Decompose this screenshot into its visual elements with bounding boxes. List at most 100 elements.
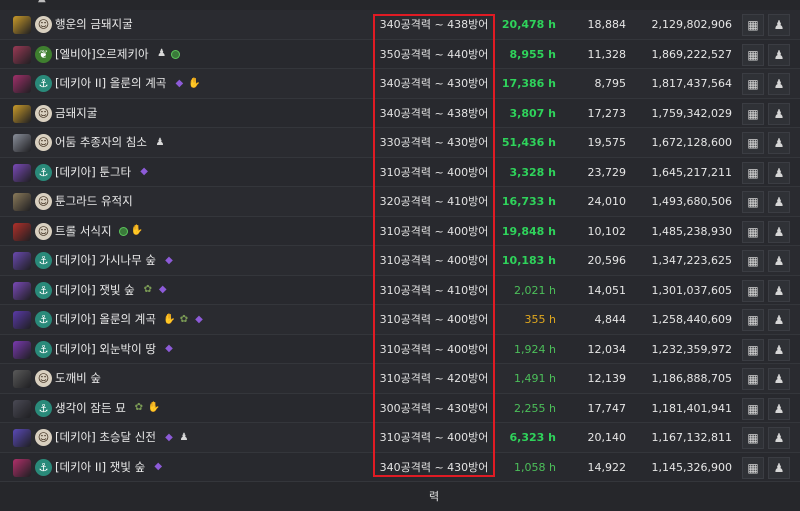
- zone-tags: ♟: [153, 40, 180, 69]
- zone-name-text: [데키아] 초승달 신전: [55, 430, 156, 444]
- table-row[interactable]: ⚓생각이 잠든 묘✿✋300공격력 ~ 430방어력2,255 h17,7471…: [0, 393, 800, 444]
- table-row[interactable]: ☺도깨비 숲 310공격력 ~ 420방어력 1,491 h 12,139 1,186,…: [0, 364, 800, 414]
- table-row[interactable]: ⚓[데키아] 가시나무 숲 ◆ 310공격력 ~ 400방어력 10,183 h 20,…: [0, 246, 800, 296]
- zone-name-text: 생각이 잠든 묘: [55, 400, 126, 415]
- calendar-button[interactable]: ▦: [742, 338, 764, 361]
- zone-name[interactable]: [데키아] 초승달 신전 ◆ ♟: [55, 423, 190, 452]
- stat-range: 310공격력 ~ 400방어력: [379, 431, 489, 473]
- zone-name[interactable]: [데키아 II] 올룬의 계곡 ◆ ✋: [55, 69, 201, 98]
- record-count: 24,010: [587, 195, 627, 208]
- calendar-button[interactable]: ▦: [742, 132, 764, 154]
- gem-tag-icon: ◆: [165, 254, 173, 266]
- zone-name[interactable]: 행운의 금돼지굴: [55, 10, 133, 39]
- zone-thumbnail-icon: [13, 75, 31, 93]
- gem-tag-icon: ◆: [165, 431, 173, 443]
- total-silver: 1,258,440,609: [651, 313, 732, 326]
- pawn-button[interactable]: ♟: [768, 14, 790, 36]
- pawn-button[interactable]: ♟: [768, 368, 790, 390]
- pawn-button[interactable]: ♟: [768, 161, 790, 184]
- calendar-button[interactable]: ▦: [742, 456, 764, 479]
- table-row[interactable]: ☺[데키아] 초승달 신전◆♟310공격력 ~ 400방어력6,323 h20,…: [0, 423, 800, 473]
- zone-tags: ◆: [149, 453, 164, 482]
- table-row[interactable]: ⚓[데키아] 잿빛 숲✿◆310공격력 ~ 410방어력2,021 h14,05…: [0, 275, 800, 326]
- total-silver: 1,145,326,900: [651, 460, 732, 474]
- record-count: 12,139: [587, 372, 627, 385]
- total-silver: 1,181,401,941: [651, 401, 732, 415]
- pawn-button[interactable]: ♟: [768, 309, 790, 331]
- table-row[interactable]: ⚓[데키아] 올룬의 계곡 ✋✿ ◆ 310공격력 ~ 400방어력 355 h 4,84…: [0, 305, 800, 355]
- pawn-button[interactable]: ♟: [768, 73, 790, 95]
- zone-name[interactable]: [엘비아]오르제키아 ♟: [55, 40, 180, 69]
- zone-name[interactable]: [데키아] 잿빛 숲 ✿ ◆: [55, 276, 169, 305]
- zone-name[interactable]: [데키아] 가시나무 숲 ◆: [55, 246, 175, 275]
- table-row[interactable]: ❦[엘비아]오르제키아 ♟ 350공격력 ~ 440방어력 8,955 h 11,328…: [0, 39, 800, 90]
- record-count: 18,884: [587, 18, 627, 31]
- anchor-icon: ⚓: [35, 458, 52, 476]
- zone-name[interactable]: 생각이 잠든 묘 ✿ ✋: [55, 394, 160, 423]
- pawn-button[interactable]: ♟: [768, 191, 790, 213]
- table-row[interactable]: ☺어둠 추종자의 침소 ♟ 330공격력 ~ 430방어력 51,436 h 19,57…: [0, 128, 800, 178]
- calendar-button[interactable]: ▦: [742, 102, 764, 125]
- gem-tag-icon: ◆: [175, 77, 184, 89]
- zone-name[interactable]: [데키아] 툰그타 ◆: [55, 158, 150, 187]
- pawn-button[interactable]: ♟: [768, 279, 790, 302]
- zone-name[interactable]: 도깨비 숲: [55, 364, 101, 393]
- pawn-button[interactable]: ♟: [768, 338, 790, 361]
- hours-value: 19,848 h: [501, 224, 556, 238]
- pawn-button[interactable]: ♟: [768, 456, 790, 479]
- calendar-button[interactable]: ▦: [742, 368, 764, 390]
- calendar-button[interactable]: ▦: [742, 14, 764, 36]
- calendar-button[interactable]: ▦: [742, 397, 764, 420]
- stat-range: 310공격력 ~ 400방어력: [379, 165, 489, 208]
- table-row[interactable]: ☺툰그라드 유적지 320공격력 ~ 410방어력 16,733 h 24,010 1,…: [0, 187, 800, 237]
- calendar-button[interactable]: ▦: [742, 309, 764, 331]
- stat-range: 340공격력 ~ 430방어력: [379, 460, 489, 503]
- table-row[interactable]: ☺행운의 금돼지굴 340공격력 ~ 438방어력 20,478 h 18,884 2,…: [0, 10, 800, 60]
- zone-thumbnail-icon: [13, 340, 31, 359]
- zone-name[interactable]: 트롤 서식지 ✋: [55, 217, 143, 246]
- table-row[interactable]: ☺트롤 서식지 ✋ 310공격력 ~ 400방어력 19,848 h 10,102 1,4…: [0, 216, 800, 267]
- hours-value: 10,183 h: [501, 254, 556, 267]
- table-row[interactable]: ⚓[데키아] 외눈박이 땅 ◆ 310공격력 ~ 400방어력 1,924 h 12,0…: [0, 334, 800, 385]
- zone-thumbnail-icon: [13, 370, 31, 388]
- table-top-strip: ▲: [0, 0, 800, 10]
- table-row[interactable]: ⚓ [데키아 II] 잿빛 숲 ◆ 340공격력 ~ 430방어력 1,058 h 14,…: [0, 452, 800, 503]
- zone-name[interactable]: 어둠 추종자의 침소 ♟: [55, 128, 166, 157]
- pawn-button[interactable]: ♟: [768, 220, 790, 243]
- face-icon: ☺: [35, 134, 52, 151]
- zone-tags: ◆ ♟: [160, 423, 190, 452]
- gem-tag-icon: ◆: [154, 461, 163, 472]
- zone-name-text: 어둠 추종자의 침소: [55, 135, 147, 149]
- calendar-button[interactable]: ▦: [742, 43, 764, 66]
- calendar-button[interactable]: ▦: [742, 220, 764, 243]
- zone-name-text: [데키아] 가시나무 숲: [55, 253, 156, 267]
- table-row[interactable]: ⚓[데키아] 툰그타 ◆ 310공격력 ~ 400방어력 3,328 h 23,729 1…: [0, 157, 800, 208]
- zone-name[interactable]: 툰그라드 유적지: [55, 187, 133, 216]
- pawn-button[interactable]: ♟: [768, 102, 790, 125]
- table-row[interactable]: ⚓[데키아 II] 올룬의 계곡◆✋340공격력 ~ 430방어력17,386 …: [0, 69, 800, 119]
- gem-tag-icon: ◆: [158, 284, 167, 295]
- pawn-button[interactable]: ♟: [768, 397, 790, 420]
- pawn-button[interactable]: ♟: [768, 43, 790, 66]
- zone-name[interactable]: [데키아] 외눈박이 땅 ◆: [55, 335, 175, 364]
- calendar-button[interactable]: ▦: [742, 250, 764, 272]
- calendar-button[interactable]: ▦: [742, 73, 764, 95]
- zone-name[interactable]: [데키아 II] 잿빛 숲 ◆: [55, 453, 164, 482]
- hours-value: 51,436 h: [501, 136, 556, 149]
- zone-thumbnail-icon: [13, 134, 31, 152]
- pawn-button[interactable]: ♟: [768, 250, 790, 272]
- pawn-button[interactable]: ♟: [768, 132, 790, 154]
- zone-thumbnail-icon: [13, 163, 31, 182]
- calendar-button[interactable]: ▦: [742, 161, 764, 184]
- zone-name[interactable]: 금돼지굴: [55, 99, 97, 128]
- calendar-button[interactable]: ▦: [742, 427, 764, 449]
- stat-range: 340공격력 ~ 438방어력: [379, 18, 489, 60]
- total-silver: 1,759,342,029: [651, 106, 732, 120]
- table-row[interactable]: ☺금돼지굴 340공격력 ~ 438방어력 3,807 h 17,273 1,759,3…: [0, 98, 800, 149]
- pawn-button[interactable]: ♟: [768, 427, 790, 449]
- calendar-button[interactable]: ▦: [742, 279, 764, 302]
- gem-tag-icon: ◆: [140, 166, 148, 177]
- calendar-button[interactable]: ▦: [742, 191, 764, 213]
- hours-value: 1,491 h: [514, 372, 556, 385]
- zone-name[interactable]: [데키아] 올룬의 계곡 ✋ ✿ ◆: [55, 305, 205, 334]
